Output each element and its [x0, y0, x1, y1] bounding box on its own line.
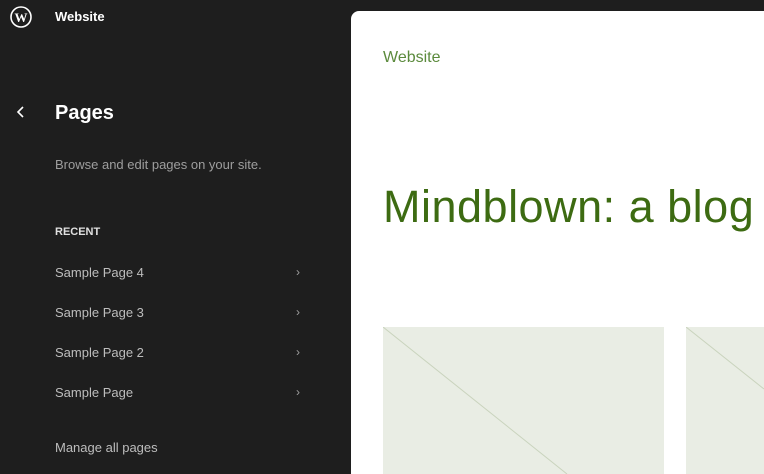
preview-site-title[interactable]: Website [383, 49, 441, 67]
manage-all-pages-link[interactable]: Manage all pages [55, 440, 158, 455]
item-label: Sample Page 4 [55, 264, 144, 280]
image-placeholder [686, 327, 764, 474]
sidebar-item-sample-page-4[interactable]: Sample Page 4 › [55, 258, 300, 286]
site-preview-frame[interactable]: Website Mindblown: a blog [351, 11, 764, 474]
wordpress-logo-icon[interactable]: W [10, 6, 32, 28]
preview-heading: Mindblown: a blog [383, 181, 755, 232]
svg-text:W: W [15, 10, 28, 25]
section-label-recent: RECENT [55, 226, 101, 238]
site-title[interactable]: Website [55, 9, 105, 24]
page-description: Browse and edit pages on your site. [55, 157, 262, 172]
chevron-right-icon: › [296, 265, 300, 279]
chevron-right-icon: › [296, 385, 300, 399]
sidebar-item-sample-page-3[interactable]: Sample Page 3 › [55, 298, 300, 326]
sidebar-item-sample-page-2[interactable]: Sample Page 2 › [55, 338, 300, 366]
item-label: Sample Page 2 [55, 344, 144, 360]
chevron-right-icon: › [296, 345, 300, 359]
item-label: Sample Page [55, 384, 134, 400]
item-label: Sample Page 3 [55, 304, 144, 320]
image-placeholder [383, 327, 664, 474]
sidebar-item-sample-page[interactable]: Sample Page › [55, 378, 300, 406]
chevron-right-icon: › [296, 305, 300, 319]
back-chevron-icon[interactable] [12, 102, 30, 122]
page-title: Pages [55, 102, 114, 124]
